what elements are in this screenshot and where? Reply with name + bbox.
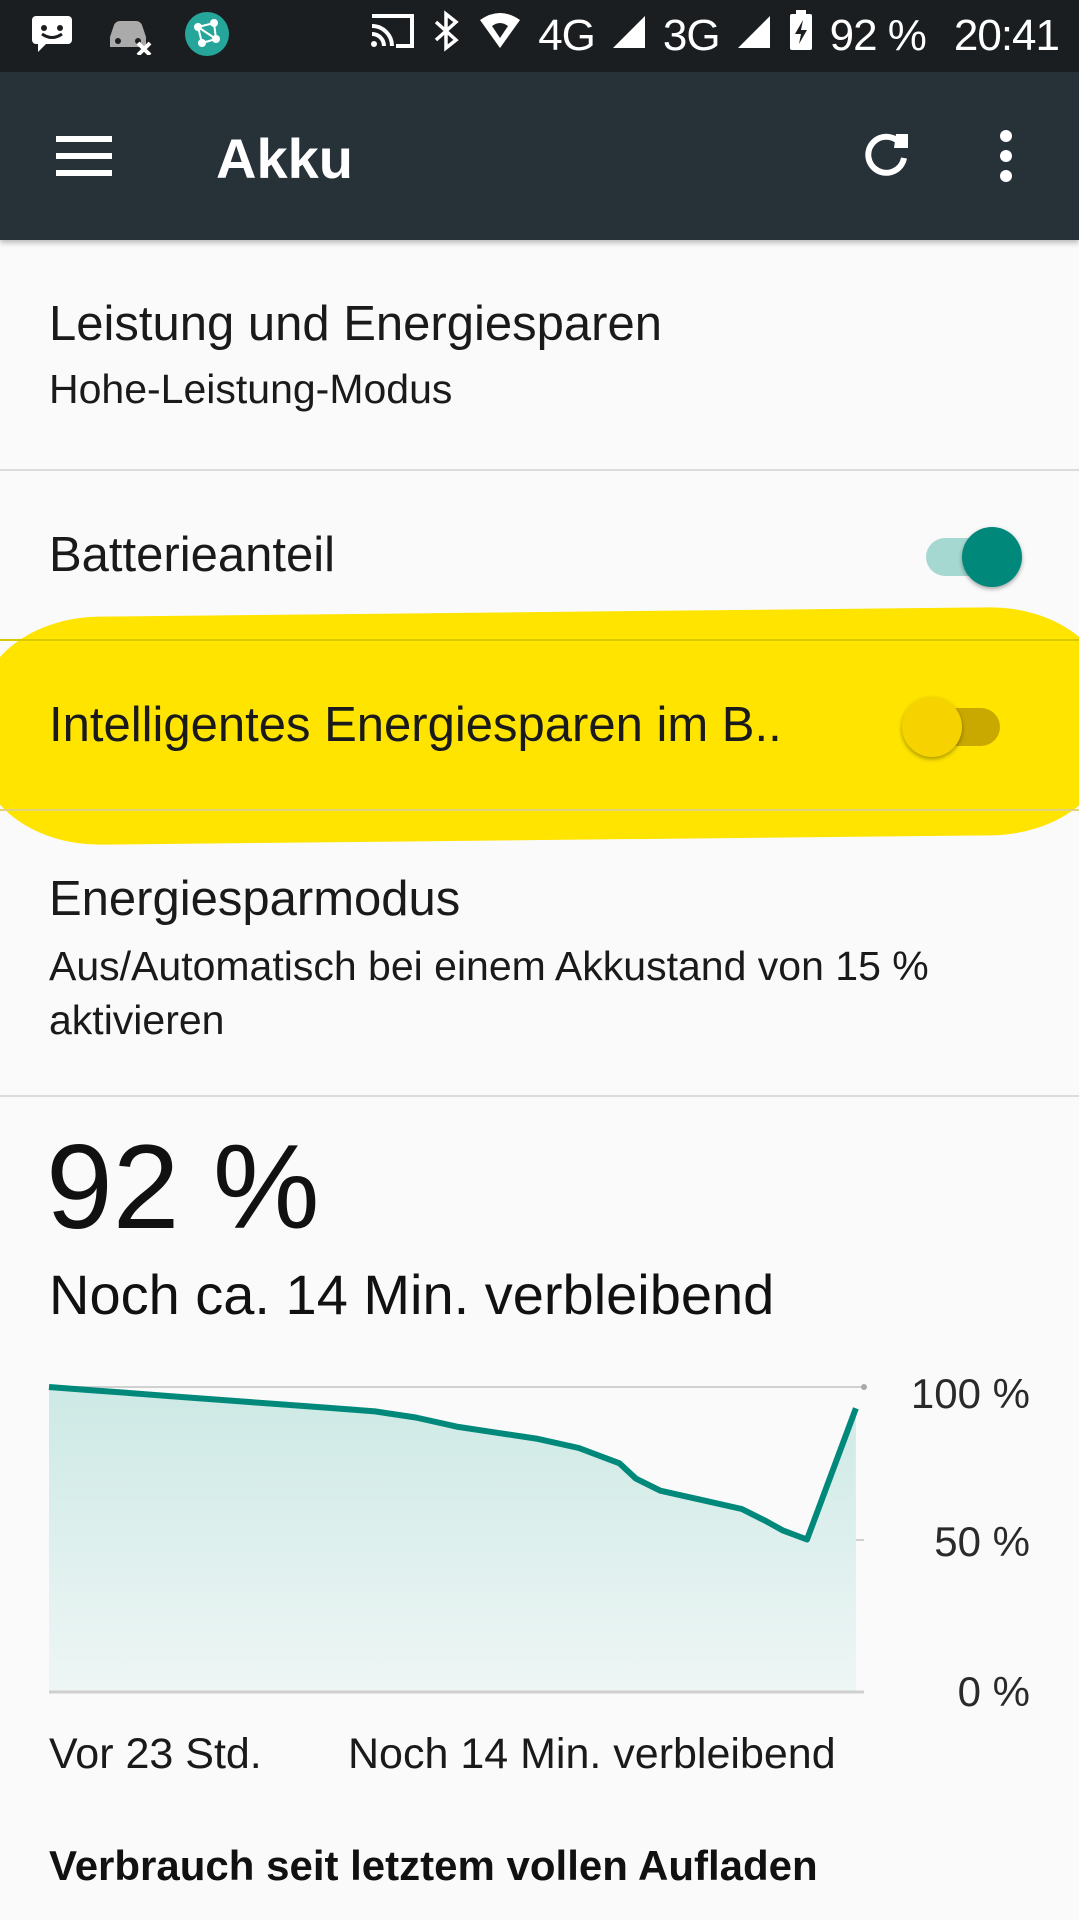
power-save-mode-setting[interactable]: Energiesparmodus Aus/Automatisch bei ein… xyxy=(0,811,1079,1095)
battery-percent-label: 92 % xyxy=(829,11,927,60)
performance-title: Leistung und Energiesparen xyxy=(49,297,662,351)
battery-level: 92 % xyxy=(46,1120,320,1254)
network-app-icon xyxy=(184,11,230,62)
more-options-icon[interactable] xyxy=(996,128,1016,184)
cast-icon xyxy=(368,11,416,61)
network-3g-label: 3G xyxy=(662,11,721,60)
y-tick-100: 100 % xyxy=(911,1370,1030,1417)
performance-subtitle: Hohe-Leistung-Modus xyxy=(49,366,453,412)
clock: 20:41 xyxy=(953,11,1060,60)
app-bar: Akku xyxy=(0,72,1079,240)
usage-section-title: Verbrauch seit letztem vollen Aufladen xyxy=(49,1842,818,1889)
car-off-icon xyxy=(104,13,154,60)
wifi-icon xyxy=(478,11,522,61)
battery-history-chart: 100 % 50 % 0 % xyxy=(48,1370,1030,1715)
chart-area xyxy=(49,1387,856,1692)
x-start-label: Vor 23 Std. xyxy=(49,1730,262,1778)
smart-saving-title: Intelligentes Energiesparen im B.. xyxy=(49,698,782,752)
signal-icon-1 xyxy=(611,11,647,61)
battery-percentage-title: Batterieanteil xyxy=(49,528,336,582)
smart-saving-setting[interactable]: Intelligentes Energiesparen im B.. xyxy=(0,641,1079,809)
x-end-label: Noch 14 Min. verbleibend xyxy=(348,1730,836,1778)
power-save-mode-subtitle: Aus/Automatisch bei einem Akkustand von … xyxy=(49,943,929,1043)
refresh-icon[interactable] xyxy=(858,126,914,187)
y-tick-50: 50 % xyxy=(934,1518,1030,1565)
bluetooth-icon xyxy=(432,9,462,63)
page-title: Akku xyxy=(216,127,353,190)
menu-icon[interactable] xyxy=(56,134,112,178)
status-bar: 4G 3G 92 % 20:41 xyxy=(0,0,1079,72)
network-4g-label: 4G xyxy=(538,11,596,60)
chart-end-dot xyxy=(861,1384,867,1390)
performance-setting[interactable]: Leistung und Energiesparen Hohe-Leistung… xyxy=(0,240,1079,470)
signal-icon-2 xyxy=(736,11,772,61)
remaining-time: Noch ca. 14 Min. verbleibend xyxy=(49,1263,775,1326)
power-save-mode-title: Energiesparmodus xyxy=(49,872,461,926)
battery-charging-icon xyxy=(788,9,814,63)
divider xyxy=(0,1095,1079,1097)
y-tick-0: 0 % xyxy=(958,1668,1030,1715)
messenger-icon xyxy=(30,14,74,59)
